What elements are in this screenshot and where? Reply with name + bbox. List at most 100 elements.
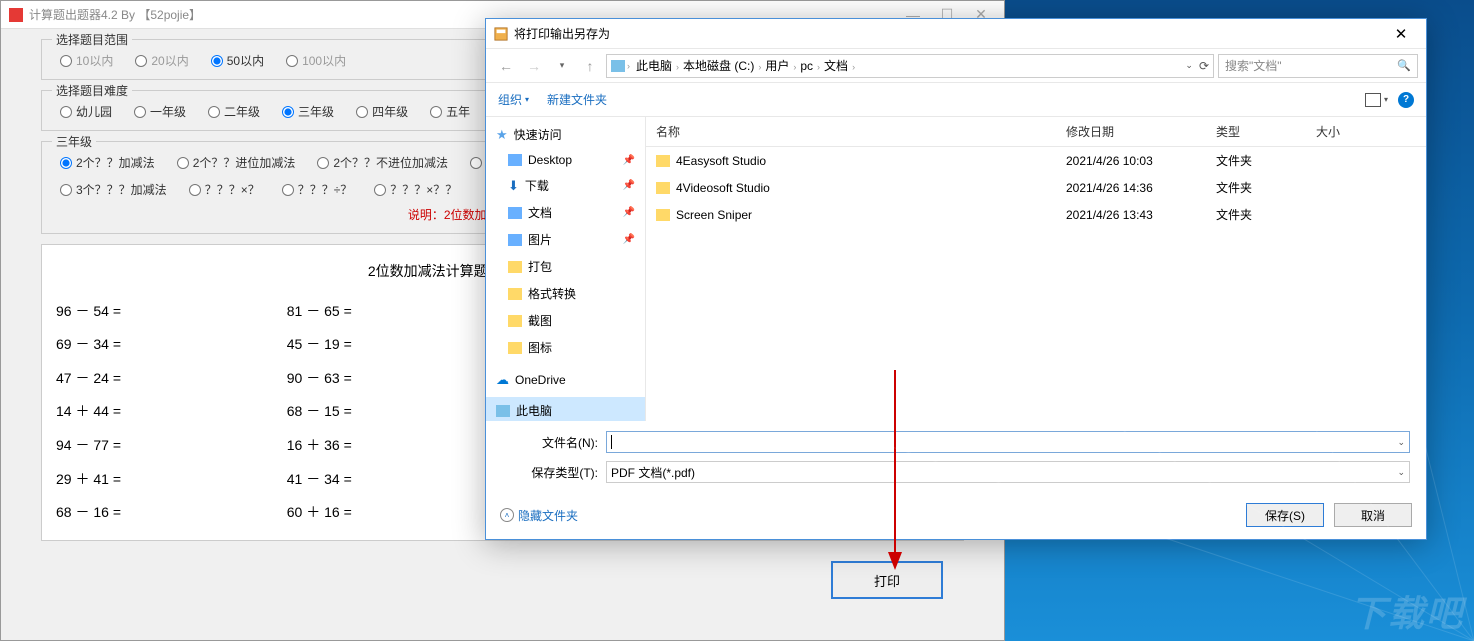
file-list: 名称 修改日期 类型 大小 4Easysoft Studio2021/4/26 … [646, 117, 1426, 421]
radio-option[interactable]: 2个？？进位加减法 [177, 154, 296, 171]
chevron-up-icon: ˄ [500, 508, 514, 522]
folder-icon [508, 288, 522, 300]
folder-icon [508, 315, 522, 327]
breadcrumb-segment[interactable]: pc [796, 59, 817, 73]
forward-button[interactable]: → [522, 54, 546, 78]
sidebar-item-label: 图片 [528, 231, 552, 248]
radio-option[interactable]: 50以内 [211, 52, 264, 69]
problem-cell: 60 ＋ 16 = [287, 496, 488, 530]
recent-dropdown[interactable]: ▾ [550, 54, 574, 78]
search-input[interactable]: 搜索"文档" 🔍 [1218, 54, 1418, 78]
problem-cell: 68 － 16 = [56, 496, 257, 530]
sidebar-item[interactable]: Desktop 📌 [486, 148, 645, 172]
dialog-close-button[interactable]: ✕ [1380, 20, 1422, 48]
radio-option[interactable]: ？？？÷？ [282, 181, 353, 198]
address-bar[interactable]: › 此电脑›本地磁盘 (C:)›用户›pc›文档› ⌄⟳ [606, 54, 1214, 78]
dialog-sidebar: ★快速访问 Desktop 📌 ⬇下载📌 文档 📌 图片📌打包格式转换截图图标 ☁OneD… [486, 117, 646, 421]
sidebar-item[interactable]: 图片📌 [486, 226, 645, 253]
help-icon[interactable]: ? [1398, 92, 1414, 108]
problem-cell: 68 － 15 = [287, 395, 488, 429]
problem-cell: 96 － 54 = [56, 295, 257, 329]
this-pc-item[interactable]: 此电脑 [486, 397, 645, 421]
problem-cell: 81 － 65 = [287, 295, 488, 329]
chevron-right-icon: › [627, 61, 630, 71]
breadcrumb-segment[interactable]: 用户 [761, 59, 793, 73]
print-button[interactable]: 打印 [831, 561, 943, 599]
view-menu[interactable]: ▾ [1365, 93, 1388, 107]
watermark: 下载吧 [1350, 585, 1464, 637]
problem-cell: 90 － 63 = [287, 362, 488, 396]
file-row[interactable]: 4Videosoft Studio2021/4/26 14:36文件夹 [646, 174, 1426, 201]
col-size[interactable]: 大小 [1316, 123, 1416, 140]
refresh-icon[interactable]: ⟳ [1199, 59, 1209, 73]
sidebar-item[interactable]: 打包 [486, 253, 645, 280]
breadcrumb-segment[interactable]: 本地磁盘 (C:) [679, 59, 758, 73]
sidebar-item[interactable]: 格式转换 [486, 280, 645, 307]
dialog-fields: 文件名(N): ⌄ 保存类型(T): PDF 文档(*.pdf)⌄ [486, 421, 1426, 495]
radio-option[interactable]: 3个？？？加减法 [60, 181, 167, 198]
up-button[interactable]: ↑ [578, 54, 602, 78]
search-placeholder: 搜索"文档" [1225, 57, 1282, 74]
radio-option[interactable]: ？？？×？？ [374, 181, 457, 198]
radio-option[interactable]: 五年 [430, 103, 470, 120]
radio-option[interactable]: 一年级 [134, 103, 186, 120]
new-folder-button[interactable]: 新建文件夹 [547, 91, 607, 108]
file-row[interactable]: Screen Sniper2021/4/26 13:43文件夹 [646, 201, 1426, 228]
problem-cell: 16 ＋ 36 = [287, 429, 488, 463]
quick-access-group[interactable]: ★快速访问 [486, 121, 645, 148]
problem-cell: 69 － 34 = [56, 328, 257, 362]
col-name[interactable]: 名称 [656, 123, 1066, 140]
column-headers[interactable]: 名称 修改日期 类型 大小 [646, 117, 1426, 147]
hide-folders-link[interactable]: ˄隐藏文件夹 [500, 507, 578, 524]
star-icon: ★ [496, 127, 508, 143]
radio-option[interactable]: ？？？×？ [189, 181, 260, 198]
radio-option[interactable]: 2个？？加减法 [60, 154, 155, 171]
filetype-select[interactable]: PDF 文档(*.pdf)⌄ [606, 461, 1410, 483]
difficulty-group-title: 选择题目难度 [52, 82, 132, 99]
sidebar-item[interactable]: 截图 [486, 307, 645, 334]
file-row[interactable]: 4Easysoft Studio2021/4/26 10:03文件夹 [646, 147, 1426, 174]
organize-menu[interactable]: 组织▾ [498, 91, 529, 108]
search-icon: 🔍 [1397, 59, 1411, 72]
app-title: 计算题出题器4.2 By 【52pojie】 [29, 6, 201, 23]
radio-option[interactable]: 2个？？不进位加减法 [317, 154, 448, 171]
col-modified[interactable]: 修改日期 [1066, 123, 1216, 140]
radio-option[interactable]: 20以内 [135, 52, 188, 69]
sidebar-item[interactable]: 图标 [486, 334, 645, 361]
folder-icon [656, 182, 670, 194]
filename-input[interactable]: ⌄ [606, 431, 1410, 453]
radio-option[interactable]: 二年级 [208, 103, 260, 120]
radio-option[interactable]: 100以内 [286, 52, 346, 69]
radio-option[interactable]: 幼儿园 [60, 103, 112, 120]
onedrive-item[interactable]: ☁OneDrive [486, 367, 645, 393]
sidebar-item[interactable]: 文档 📌 [486, 199, 645, 226]
dialog-footer: ˄隐藏文件夹 保存(S) 取消 [486, 495, 1426, 539]
back-button[interactable]: ← [494, 54, 518, 78]
dialog-icon [494, 27, 508, 41]
radio-option[interactable]: 四年级 [356, 103, 408, 120]
pin-icon: 📌 [623, 155, 635, 166]
pin-icon: 📌 [623, 207, 635, 218]
filename-label: 文件名(N): [486, 434, 606, 451]
path-dropdown-icon[interactable]: ⌄ [1185, 60, 1193, 71]
save-button[interactable]: 保存(S) [1246, 503, 1324, 527]
breadcrumb-segment[interactable]: 此电脑 [632, 59, 676, 73]
cancel-button[interactable]: 取消 [1334, 503, 1412, 527]
sidebar-item-label: 图标 [528, 339, 552, 356]
problem-cell: 14 ＋ 44 = [56, 395, 257, 429]
sidebar-item-label: Desktop [528, 153, 572, 167]
radio-option[interactable]: 三年级 [282, 103, 334, 120]
sidebar-item-label: 文档 [528, 204, 552, 221]
sidebar-item[interactable]: ⬇下载📌 [486, 172, 645, 199]
sidebar-item-label: 截图 [528, 312, 552, 329]
radio-option[interactable]: 10以内 [60, 52, 113, 69]
problem-cell: 47 － 24 = [56, 362, 257, 396]
folder-icon [508, 154, 522, 166]
save-dialog: 将打印输出另存为 ✕ ← → ▾ ↑ › 此电脑›本地磁盘 (C:)›用户›pc… [485, 18, 1427, 540]
dialog-titlebar: 将打印输出另存为 ✕ [486, 19, 1426, 49]
folder-icon [656, 209, 670, 221]
app-icon [9, 8, 23, 22]
breadcrumb-segment[interactable]: 文档 [820, 59, 852, 73]
dialog-nav: ← → ▾ ↑ › 此电脑›本地磁盘 (C:)›用户›pc›文档› ⌄⟳ 搜索"… [486, 49, 1426, 83]
col-type[interactable]: 类型 [1216, 123, 1316, 140]
